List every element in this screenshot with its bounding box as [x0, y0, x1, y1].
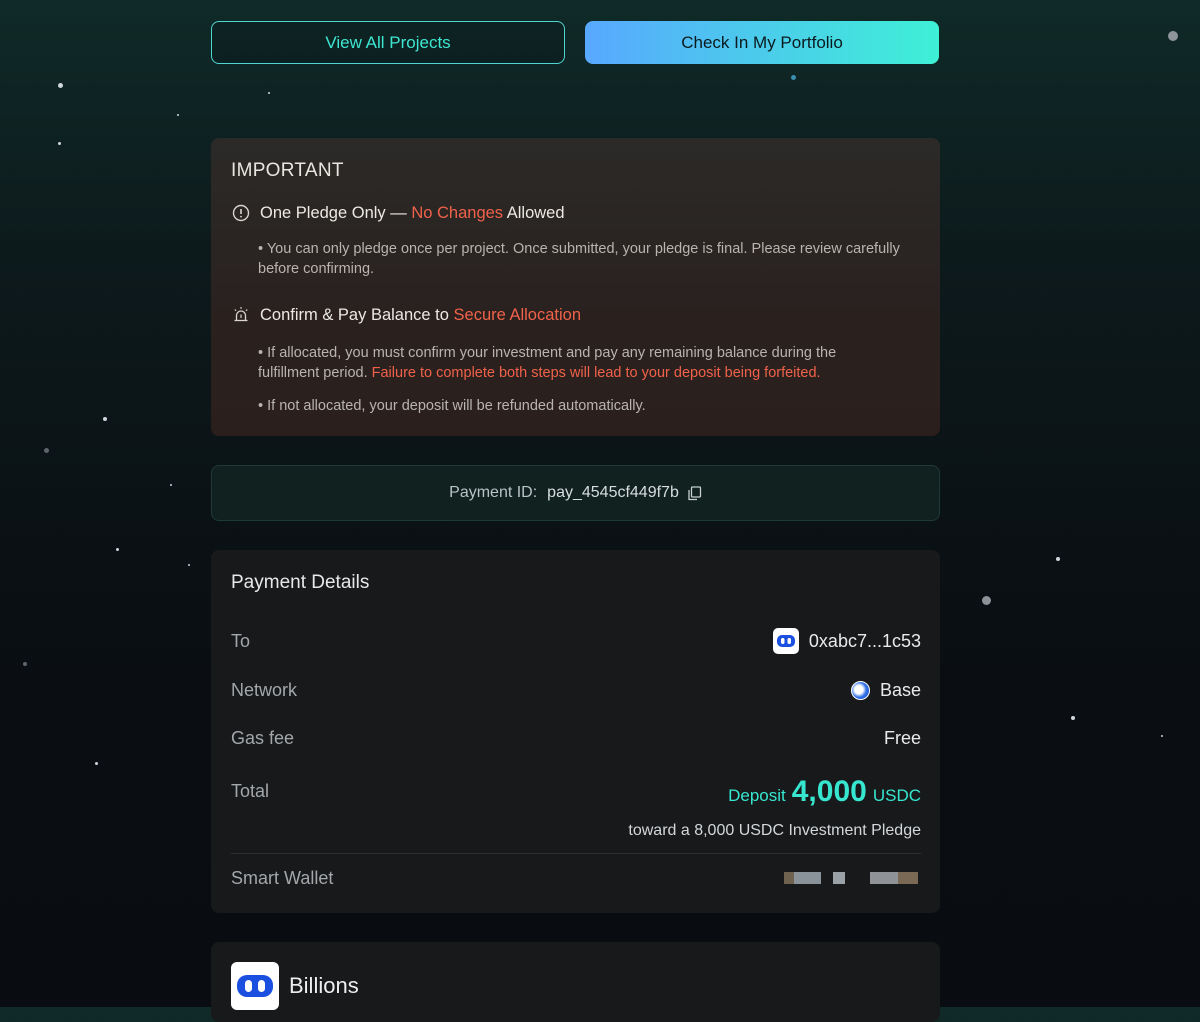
- to-value: 0xabc7...1c53: [772, 628, 921, 654]
- base-network-icon: [850, 681, 870, 700]
- star: [23, 662, 27, 666]
- star: [268, 92, 270, 94]
- important-notice-card: IMPORTANT One Pledge Only — No Changes A…: [211, 138, 940, 436]
- one-pledge-heading-a: One Pledge Only —: [260, 203, 412, 222]
- one-pledge-description: • You can only pledge once per project. …: [258, 241, 900, 277]
- payment-details-title: Payment Details: [231, 572, 370, 593]
- star: [58, 142, 61, 145]
- project-name: Billions: [289, 973, 359, 998]
- secure-allocation-text: Secure Allocation: [453, 305, 582, 324]
- view-all-projects-label: View All Projects: [325, 32, 451, 52]
- star: [58, 83, 63, 88]
- payment-details-card: Payment Details To 0xabc7...1c53 Network…: [211, 550, 940, 913]
- star: [44, 448, 49, 453]
- no-changes-text: No Changes: [411, 203, 504, 222]
- pledge-note: toward a 8,000 USDC Investment Pledge: [628, 822, 921, 839]
- gas-fee-value: Free: [883, 728, 921, 748]
- star: [1161, 735, 1163, 737]
- divider: [231, 853, 921, 854]
- network-value: Base: [850, 680, 921, 701]
- star: [982, 596, 991, 605]
- to-label: To: [231, 631, 251, 651]
- payment-id-bar: Payment ID: pay_4545cf449f7b: [211, 465, 940, 521]
- star: [170, 484, 172, 486]
- star: [791, 75, 796, 80]
- confirm-pay-heading: Confirm & Pay Balance to Secure Allocati…: [231, 305, 581, 325]
- check-portfolio-button[interactable]: Check In My Portfolio: [585, 21, 939, 64]
- star: [1056, 557, 1060, 561]
- smart-wallet-label: Smart Wallet: [231, 868, 334, 888]
- copy-icon[interactable]: [687, 485, 702, 501]
- important-title: IMPORTANT: [231, 160, 344, 181]
- star: [103, 417, 107, 421]
- refund-description: • If not allocated, your deposit will be…: [258, 398, 646, 414]
- deposit-word: Deposit: [728, 786, 786, 805]
- confirm-pay-heading-a: Confirm & Pay Balance to: [260, 305, 454, 324]
- star: [177, 114, 179, 116]
- billions-project-logo-icon: [231, 962, 279, 1010]
- star: [1168, 31, 1178, 41]
- check-portfolio-label: Check In My Portfolio: [681, 32, 843, 52]
- one-pledge-heading: One Pledge Only — No Changes Allowed: [231, 203, 565, 223]
- star: [95, 762, 98, 765]
- alarm-siren-icon: [231, 305, 251, 325]
- alert-circle-icon: [231, 203, 251, 223]
- total-deposit: Deposit 4,000 USDC: [728, 775, 921, 809]
- payment-id-value: pay_4545cf449f7b: [547, 484, 679, 501]
- network-name: Base: [879, 680, 921, 700]
- one-pledge-heading-b: Allowed: [503, 203, 565, 222]
- star: [1071, 716, 1075, 720]
- deposit-unit: USDC: [872, 786, 921, 805]
- star: [188, 564, 190, 566]
- deposit-amount: 4,000: [791, 775, 867, 808]
- star: [116, 548, 119, 551]
- total-label: Total: [231, 781, 270, 801]
- allocated-description: • If allocated, you must confirm your in…: [258, 343, 900, 383]
- payment-id-label: Payment ID:: [449, 484, 538, 501]
- forfeit-warning: Failure to complete both steps will lead…: [371, 365, 821, 381]
- gas-fee-label: Gas fee: [231, 728, 295, 748]
- view-all-projects-button[interactable]: View All Projects: [211, 21, 565, 64]
- billions-logo-icon: [772, 628, 799, 654]
- project-card: Billions: [211, 942, 940, 1022]
- network-label: Network: [231, 680, 298, 700]
- to-address: 0xabc7...1c53: [808, 630, 921, 651]
